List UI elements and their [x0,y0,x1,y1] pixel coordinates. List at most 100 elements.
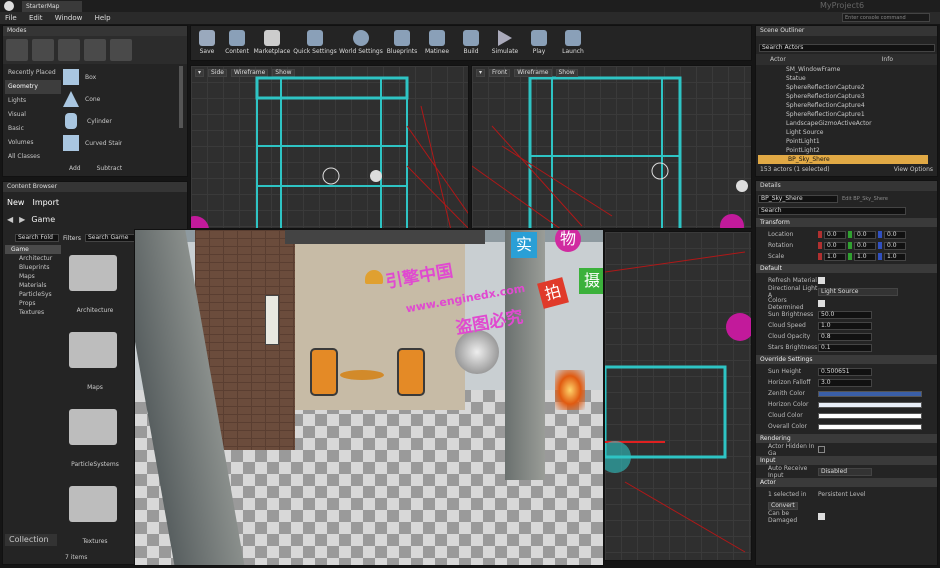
quick-settings-button[interactable]: Quick Settings [293,30,337,56]
category-all-classes[interactable]: All Classes [5,150,61,164]
tree-item-game[interactable]: Game [5,245,61,254]
stars-brightness-input[interactable]: 0.1 [818,343,872,352]
build-button[interactable]: Build [457,30,485,56]
outliner-tab[interactable]: Scene Outliner [756,26,937,36]
horizon-falloff-input[interactable]: 3.0 [818,378,872,387]
path-breadcrumb[interactable]: Game [31,215,55,224]
landscape-mode-icon[interactable] [58,39,80,61]
outliner-item-selected[interactable]: BP_Sky_Shere [758,155,928,164]
override-section[interactable]: Override Settings [756,355,937,364]
level-tab[interactable]: StarterMap [22,1,82,12]
console-input[interactable]: Enter console command [842,13,930,22]
tree-item-blueprints[interactable]: Blueprints [5,263,61,272]
auto-receive-dropdown[interactable]: Disabled [818,467,872,476]
tree-item-particlesystems[interactable]: ParticleSys [5,290,61,299]
viewport-type-button-2[interactable]: Front [489,69,511,77]
geometry-mode-icon[interactable] [110,39,132,61]
content-button[interactable]: Content [225,30,249,56]
rotation-y[interactable]: 0.0 [854,241,876,250]
filters-button[interactable]: Filters [63,234,81,243]
cloud-color-swatch[interactable] [818,412,922,419]
menu-edit[interactable]: Edit [29,14,43,22]
outliner-item[interactable]: Statue [786,74,937,83]
menu-help[interactable]: Help [95,14,111,22]
place-mode-icon[interactable] [6,39,28,61]
actor-hidden-checkbox[interactable] [818,446,825,453]
outliner-item[interactable]: SM_WindowFrame [786,65,937,74]
viewport-side[interactable]: ▾ Side Wireframe Show [190,65,469,229]
tree-item-maps[interactable]: Maps [5,272,61,281]
play-button[interactable]: Play [525,30,553,56]
view-options-button[interactable]: View Options [894,166,933,173]
new-button[interactable]: New [7,198,24,207]
scale-y[interactable]: 1.0 [854,252,876,261]
can-be-damaged-checkbox[interactable] [818,513,825,520]
matinee-button[interactable]: Matinee [423,30,451,56]
outliner-item[interactable]: SphereReflectionCapture1 [786,110,937,119]
save-button[interactable]: Save [195,30,219,56]
add-brush-button[interactable]: Add [69,164,81,173]
actor-section[interactable]: Actor [756,478,937,487]
sun-brightness-input[interactable]: 50.0 [818,310,872,319]
menu-file[interactable]: File [5,14,17,22]
show-button-2[interactable]: Show [555,69,578,77]
cloud-speed-input[interactable]: 1.0 [818,321,872,330]
scale-x[interactable]: 1.0 [824,252,846,261]
outliner-item[interactable]: LandscapeGizmoActiveActor [786,119,937,128]
location-y[interactable]: 0.0 [854,230,876,239]
sun-height-input[interactable]: 0.500651 [818,367,872,376]
launch-button[interactable]: Launch [559,30,587,56]
category-lights[interactable]: Lights [5,94,61,108]
transform-section[interactable]: Transform [756,218,937,227]
cloud-opacity-input[interactable]: 0.8 [818,332,872,341]
category-geometry[interactable]: Geometry [5,80,61,94]
view-mode-button-2[interactable]: Wireframe [514,69,552,77]
menu-window[interactable]: Window [55,14,83,22]
folder-search-input[interactable]: Search Fold [15,234,59,242]
simulate-button[interactable]: Simulate [491,30,519,56]
viewport-options-button-2[interactable]: ▾ [476,69,486,77]
shape-cone[interactable]: Cone [63,88,181,110]
forward-arrow-icon[interactable]: ▶ [19,215,25,224]
outliner-item[interactable]: PointLight1 [786,137,937,146]
scale-z[interactable]: 1.0 [884,252,906,261]
tree-item-textures[interactable]: Textures [5,308,61,317]
colors-determined-checkbox[interactable] [818,300,825,307]
directional-light-dropdown[interactable]: Light Source [818,288,898,296]
details-tab[interactable]: Details [756,181,937,191]
location-z[interactable]: 0.0 [884,230,906,239]
refresh-material-checkbox[interactable] [818,277,825,284]
outliner-item[interactable]: SphereReflectionCapture2 [786,83,937,92]
rotation-z[interactable]: 0.0 [884,241,906,250]
outliner-item[interactable]: SphereReflectionCapture3 [786,92,937,101]
rotation-x[interactable]: 0.0 [824,241,846,250]
modes-scrollbar[interactable] [179,66,183,128]
category-basic[interactable]: Basic [5,122,61,136]
tree-item-architecture[interactable]: Architectur [5,254,61,263]
overall-color-swatch[interactable] [818,423,922,430]
import-button[interactable]: Import [32,198,59,207]
marketplace-button[interactable]: Marketplace [254,30,290,56]
col-actor[interactable]: Actor [770,56,786,63]
location-x[interactable]: 0.0 [824,230,846,239]
actor-name-input[interactable]: BP_Sky_Shere [758,195,838,203]
horizon-color-swatch[interactable] [818,401,922,408]
col-info[interactable]: Info [882,56,893,63]
convert-button[interactable]: Convert [768,501,798,510]
search-actors-input[interactable]: Search Actors [759,44,935,52]
viewport-top[interactable] [604,231,752,561]
modes-tab[interactable]: Modes [3,26,187,36]
shape-box[interactable]: Box [63,66,181,88]
edit-blueprint-link[interactable]: Edit BP_Sky_Shere [842,196,888,202]
subtract-brush-button[interactable]: Subtract [97,164,123,173]
content-browser-tab[interactable]: Content Browser [3,182,187,192]
outliner-item[interactable]: PointLight2 [786,146,937,155]
tree-item-props[interactable]: Props [5,299,61,308]
shape-curved-stair[interactable]: Curved Stair [63,132,181,154]
viewport-perspective[interactable]: 引擎中国 www.enginedx.com 盗图必究 实 物 拍 摄 [134,229,604,566]
category-volumes[interactable]: Volumes [5,136,61,150]
details-search-input[interactable]: Search [758,207,906,215]
outliner-item[interactable]: Light Source [786,128,937,137]
zenith-color-swatch[interactable] [818,390,922,397]
tree-item-materials[interactable]: Materials [5,281,61,290]
